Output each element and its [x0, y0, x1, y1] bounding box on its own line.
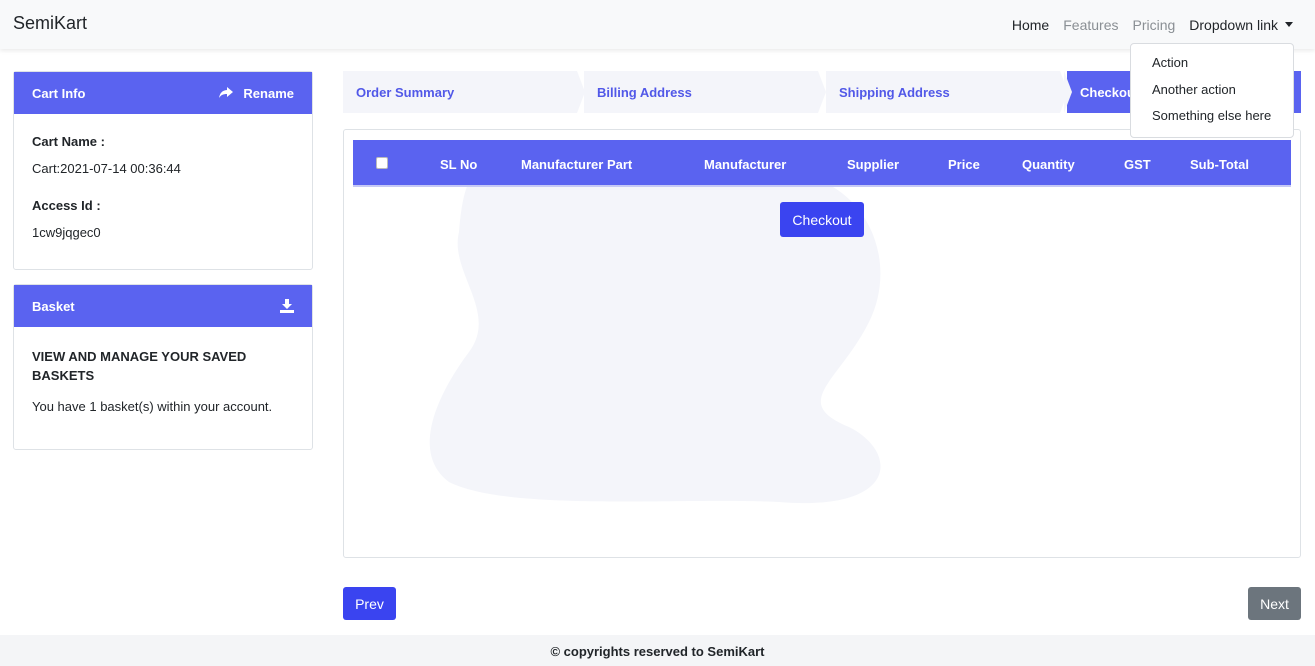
- nav-features[interactable]: Features: [1063, 17, 1118, 33]
- nav-dropdown-menu: Action Another action Something else her…: [1130, 43, 1294, 138]
- caret-down-icon: [1285, 22, 1293, 27]
- step-billing-address[interactable]: Billing Address: [584, 71, 818, 113]
- nav-dropdown-label: Dropdown link: [1189, 16, 1278, 33]
- basket-header: Basket: [14, 285, 312, 327]
- col-sub-total: Sub-Total: [1190, 157, 1249, 172]
- footer: © copyrights reserved to SemiKart: [0, 635, 1315, 666]
- rename-label: Rename: [243, 85, 294, 101]
- cart-info-title: Cart Info: [32, 85, 86, 101]
- step-separator: [818, 71, 826, 113]
- cart-info-header: Cart Info Rename: [14, 72, 312, 114]
- basket-count-text: You have 1 basket(s) within your account…: [32, 399, 273, 414]
- nav-dropdown-toggle[interactable]: Dropdown link: [1189, 17, 1293, 33]
- cart-info-body: Cart Name : Cart:2021-07-14 00:36:44 Acc…: [14, 114, 312, 240]
- access-id-label: Access Id :: [32, 198, 101, 213]
- navbar: SemiKart Home Features Pricing Dropdown …: [0, 0, 1315, 49]
- basket-body: VIEW AND MANAGE YOUR SAVED BASKETS You h…: [14, 327, 312, 414]
- col-quantity: Quantity: [1022, 157, 1075, 172]
- col-supplier: Supplier: [847, 157, 900, 172]
- cart-name-value: Cart:2021-07-14 00:36:44: [32, 161, 181, 176]
- dropdown-item-action[interactable]: Action: [1131, 52, 1293, 79]
- share-icon: [219, 87, 234, 98]
- next-button[interactable]: Next: [1248, 587, 1301, 620]
- access-id-value: 1cw9jqgec0: [32, 225, 101, 240]
- nav-links: Home Features Pricing Dropdown link: [998, 0, 1315, 49]
- basket-card: Basket VIEW AND MANAGE YOUR SAVED BASKET…: [13, 284, 313, 450]
- download-icon: [280, 299, 294, 313]
- table-header: SL No Manufacturer Part Manufacturer Sup…: [353, 140, 1291, 187]
- step-order-summary[interactable]: Order Summary: [343, 71, 577, 113]
- step-shipping-address[interactable]: Shipping Address: [826, 71, 1060, 113]
- basket-title: Basket: [32, 298, 75, 314]
- rename-button[interactable]: Rename: [219, 86, 294, 101]
- step-label: Shipping Address: [839, 84, 950, 100]
- dropdown-item-another-action[interactable]: Another action: [1131, 79, 1293, 106]
- nav-home[interactable]: Home: [1012, 17, 1049, 33]
- prev-button[interactable]: Prev: [343, 587, 396, 620]
- step-separator: [1064, 71, 1072, 113]
- cart-name-label: Cart Name :: [32, 134, 105, 149]
- col-gst: GST: [1124, 157, 1151, 172]
- dropdown-item-something-else[interactable]: Something else here: [1131, 105, 1293, 132]
- cart-info-card: Cart Info Rename Cart Name : Cart:2021-0…: [13, 71, 313, 270]
- select-all-checkbox[interactable]: [376, 157, 388, 169]
- col-manufacturer-part: Manufacturer Part: [521, 157, 633, 172]
- col-price: Price: [948, 157, 980, 172]
- download-button[interactable]: [280, 299, 294, 313]
- cart-table-panel: SL No Manufacturer Part Manufacturer Sup…: [343, 129, 1301, 558]
- brand-logo[interactable]: SemiKart: [13, 13, 87, 34]
- basket-heading: VIEW AND MANAGE YOUR SAVED BASKETS: [32, 349, 247, 383]
- nav-pricing[interactable]: Pricing: [1132, 17, 1175, 33]
- col-sl-no: SL No: [440, 157, 478, 172]
- step-label: Billing Address: [597, 84, 692, 100]
- checkout-button[interactable]: Checkout: [780, 202, 864, 237]
- step-label: Order Summary: [356, 84, 455, 100]
- col-manufacturer: Manufacturer: [704, 157, 787, 172]
